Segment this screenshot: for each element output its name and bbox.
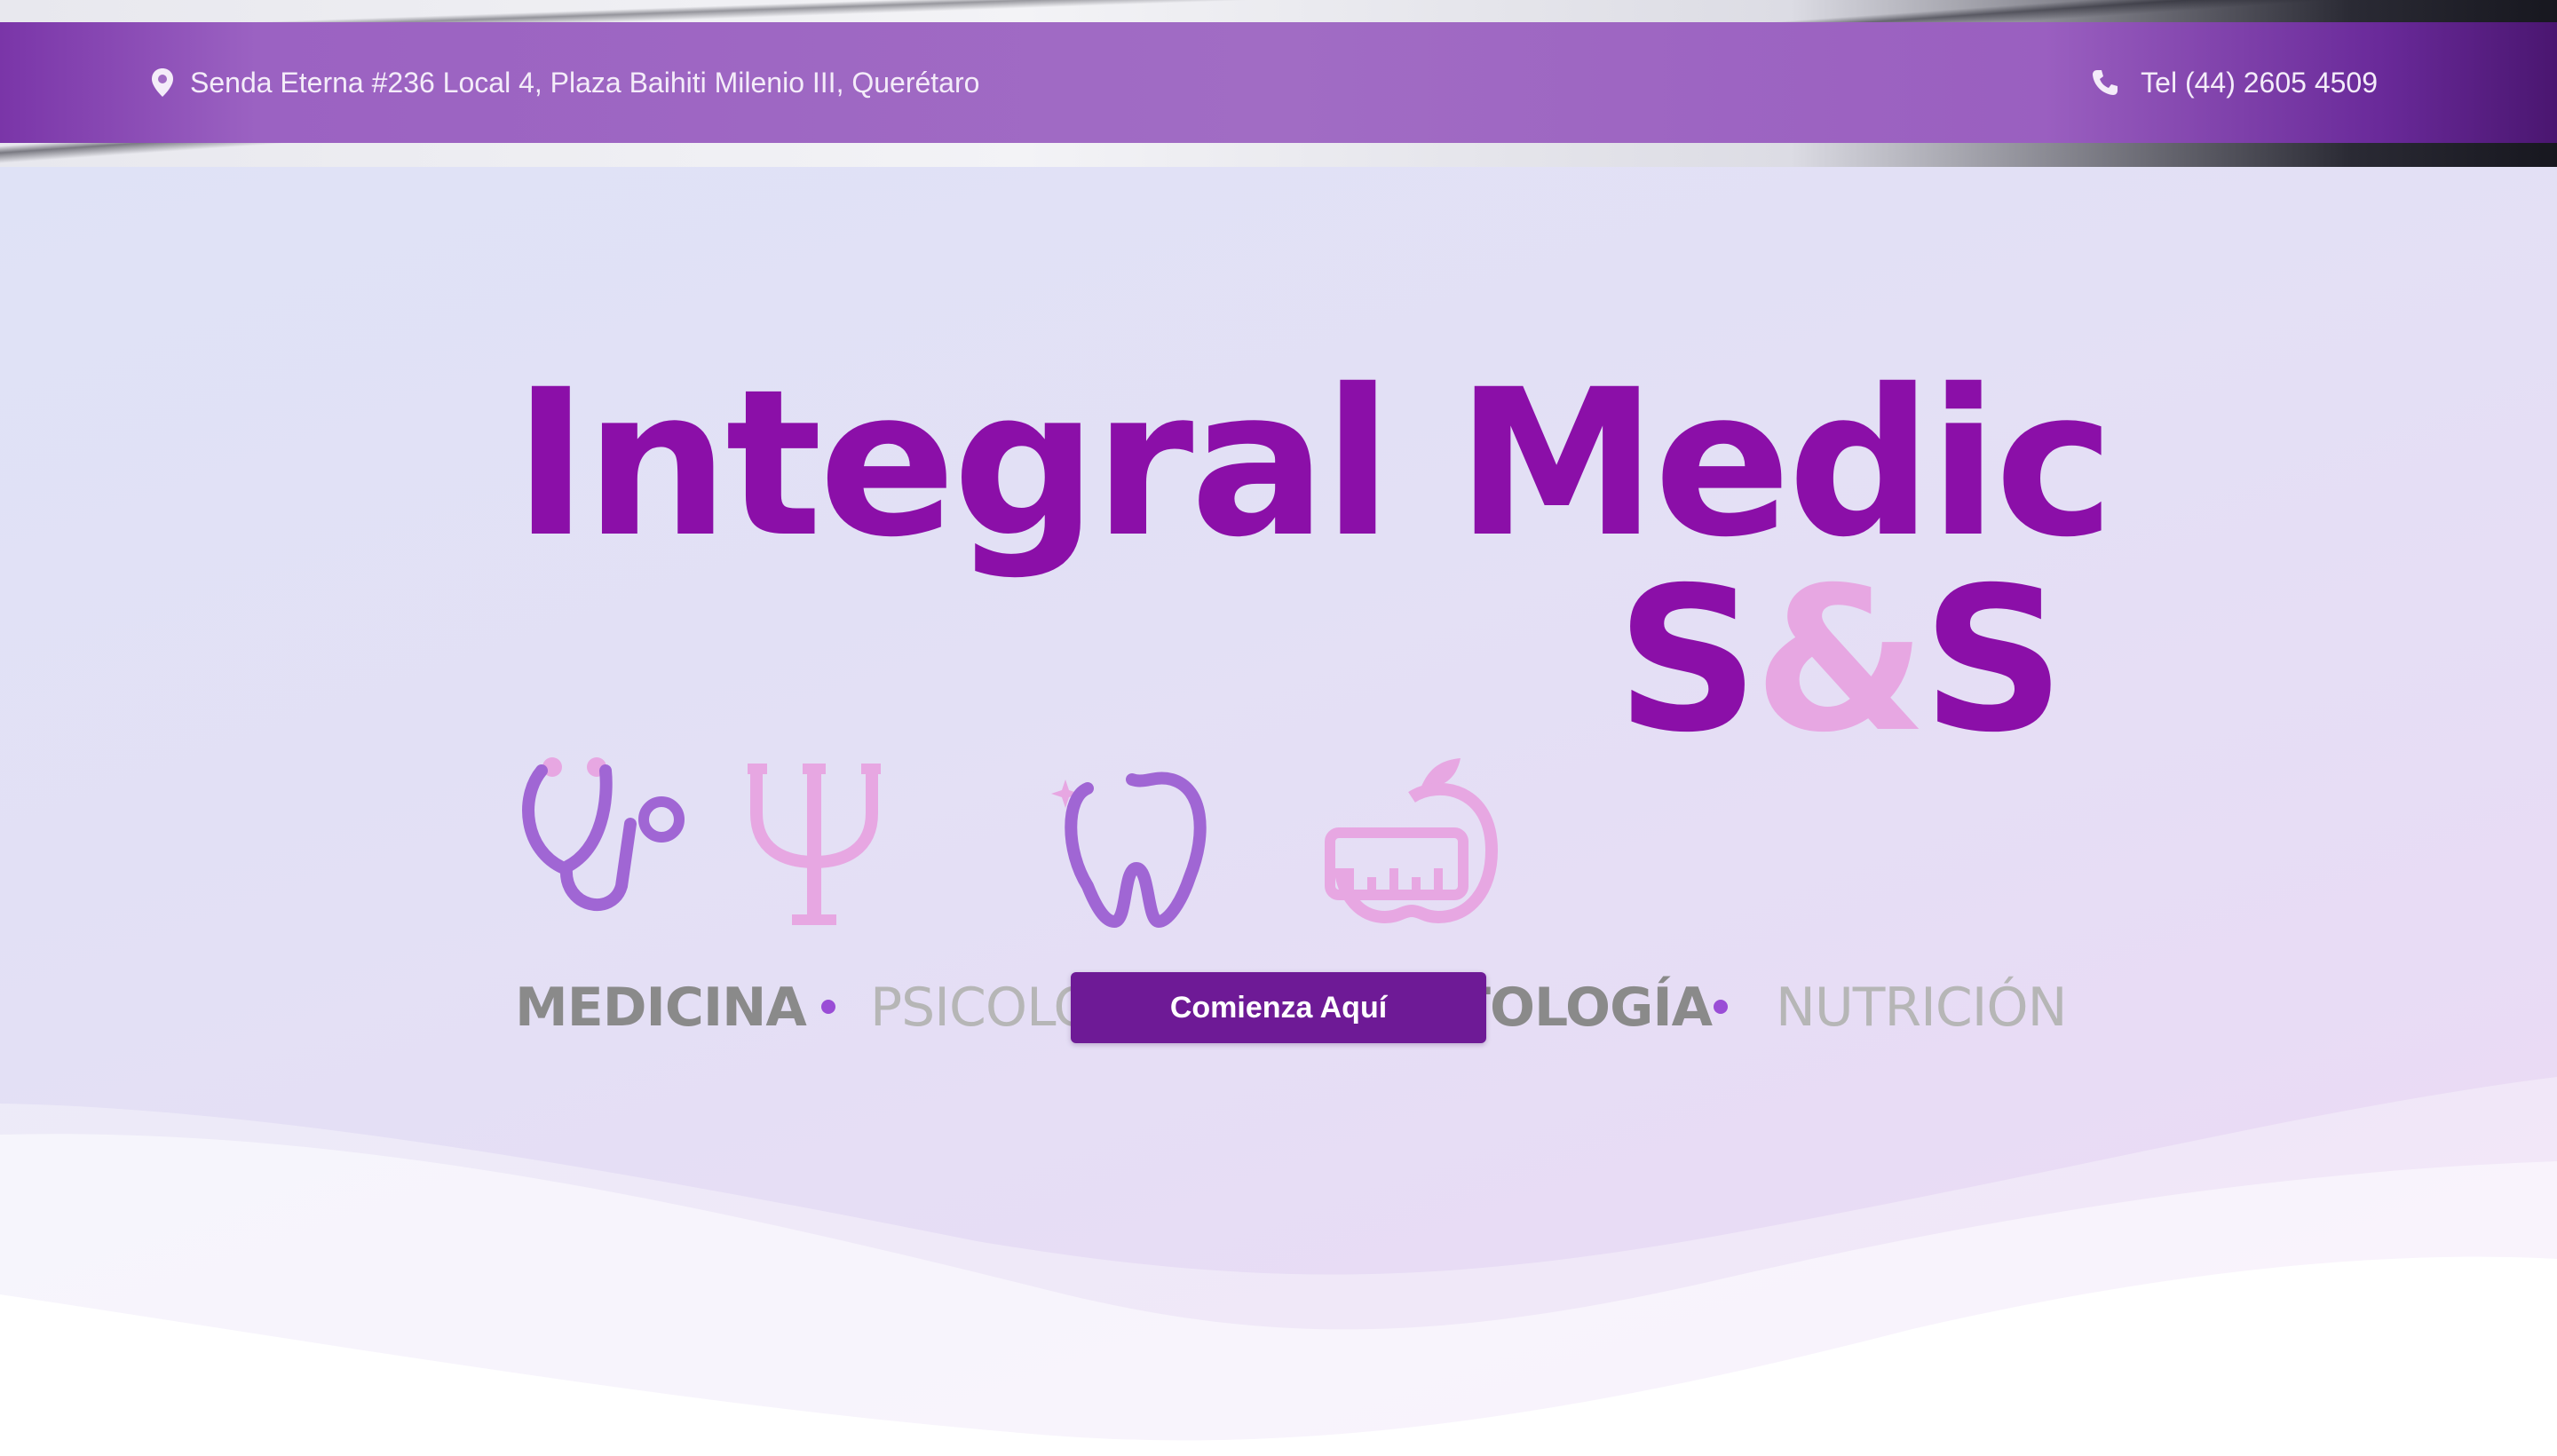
phone-info: Tel (44) 2605 4509 bbox=[2091, 61, 2378, 104]
comienza-aqui-button[interactable]: Comienza Aquí bbox=[1071, 972, 1486, 1043]
map-pin-icon bbox=[151, 67, 174, 98]
contact-bar: Senda Eterna #236 Local 4, Plaza Baihiti… bbox=[0, 22, 2557, 143]
address-text[interactable]: Senda Eterna #236 Local 4, Plaza Baihiti… bbox=[190, 67, 979, 99]
address-info: Senda Eterna #236 Local 4, Plaza Baihiti… bbox=[151, 61, 979, 104]
service-medicina: MEDICINA bbox=[515, 977, 807, 1039]
separator-dot bbox=[821, 1000, 835, 1014]
phone-icon bbox=[2091, 68, 2119, 97]
separator-dot bbox=[1714, 1000, 1728, 1014]
psi-icon bbox=[748, 764, 881, 925]
logo-title: Integral Medic bbox=[513, 345, 2115, 582]
logo-s2: S bbox=[1921, 544, 2065, 776]
service-nutricion: NUTRICIÓN bbox=[1776, 977, 2068, 1039]
logo-ampersand: & bbox=[1753, 544, 1927, 776]
tooth-icon bbox=[1051, 772, 1207, 929]
apple-scale-icon bbox=[1325, 758, 1499, 924]
hero-section: Integral Medic S&S MEDICINA PSICOLOGÍA O… bbox=[0, 167, 2557, 1456]
logo-s1: S bbox=[1616, 544, 1759, 776]
phone-text[interactable]: Tel (44) 2605 4509 bbox=[2141, 67, 2378, 99]
logo-ss: S&S bbox=[1616, 561, 2065, 760]
brand-logo: Integral Medic S&S MEDICINA PSICOLOGÍA O… bbox=[506, 345, 2115, 1039]
stethoscope-icon bbox=[522, 757, 685, 912]
